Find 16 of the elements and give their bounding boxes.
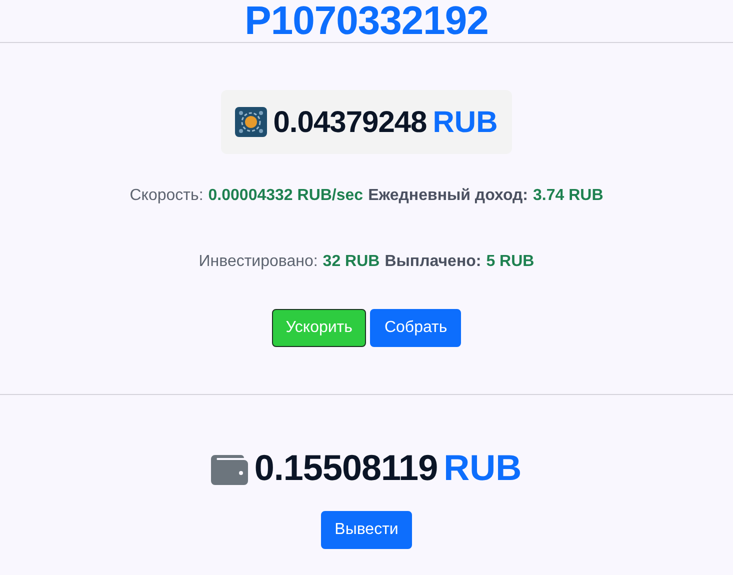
action-button[interactable]: Вывести <box>320 511 412 549</box>
stat-value: 5 RUB <box>486 252 534 272</box>
stat-value: 32 RUB <box>322 252 380 272</box>
stat-label: Инвестировано: <box>198 252 318 272</box>
stat-label: Скорость: <box>130 186 204 206</box>
currency-label: RUB <box>444 446 522 490</box>
miner-balance: 0.04379248 <box>273 104 427 140</box>
account-id: P1070332192 <box>244 1 488 41</box>
stat-value: 0.00004332 RUB/sec <box>208 186 364 206</box>
stat-value: 3.74 RUB <box>533 186 604 206</box>
stat-label: Выплачено: <box>384 252 482 272</box>
crypto-coin-icon <box>235 107 268 137</box>
action-button[interactable]: Собрать <box>370 309 462 347</box>
stat-label: Ежедневный доход: <box>368 186 528 206</box>
wallet-balance: 0.15508119 <box>254 446 438 490</box>
currency-label: RUB <box>432 104 498 140</box>
